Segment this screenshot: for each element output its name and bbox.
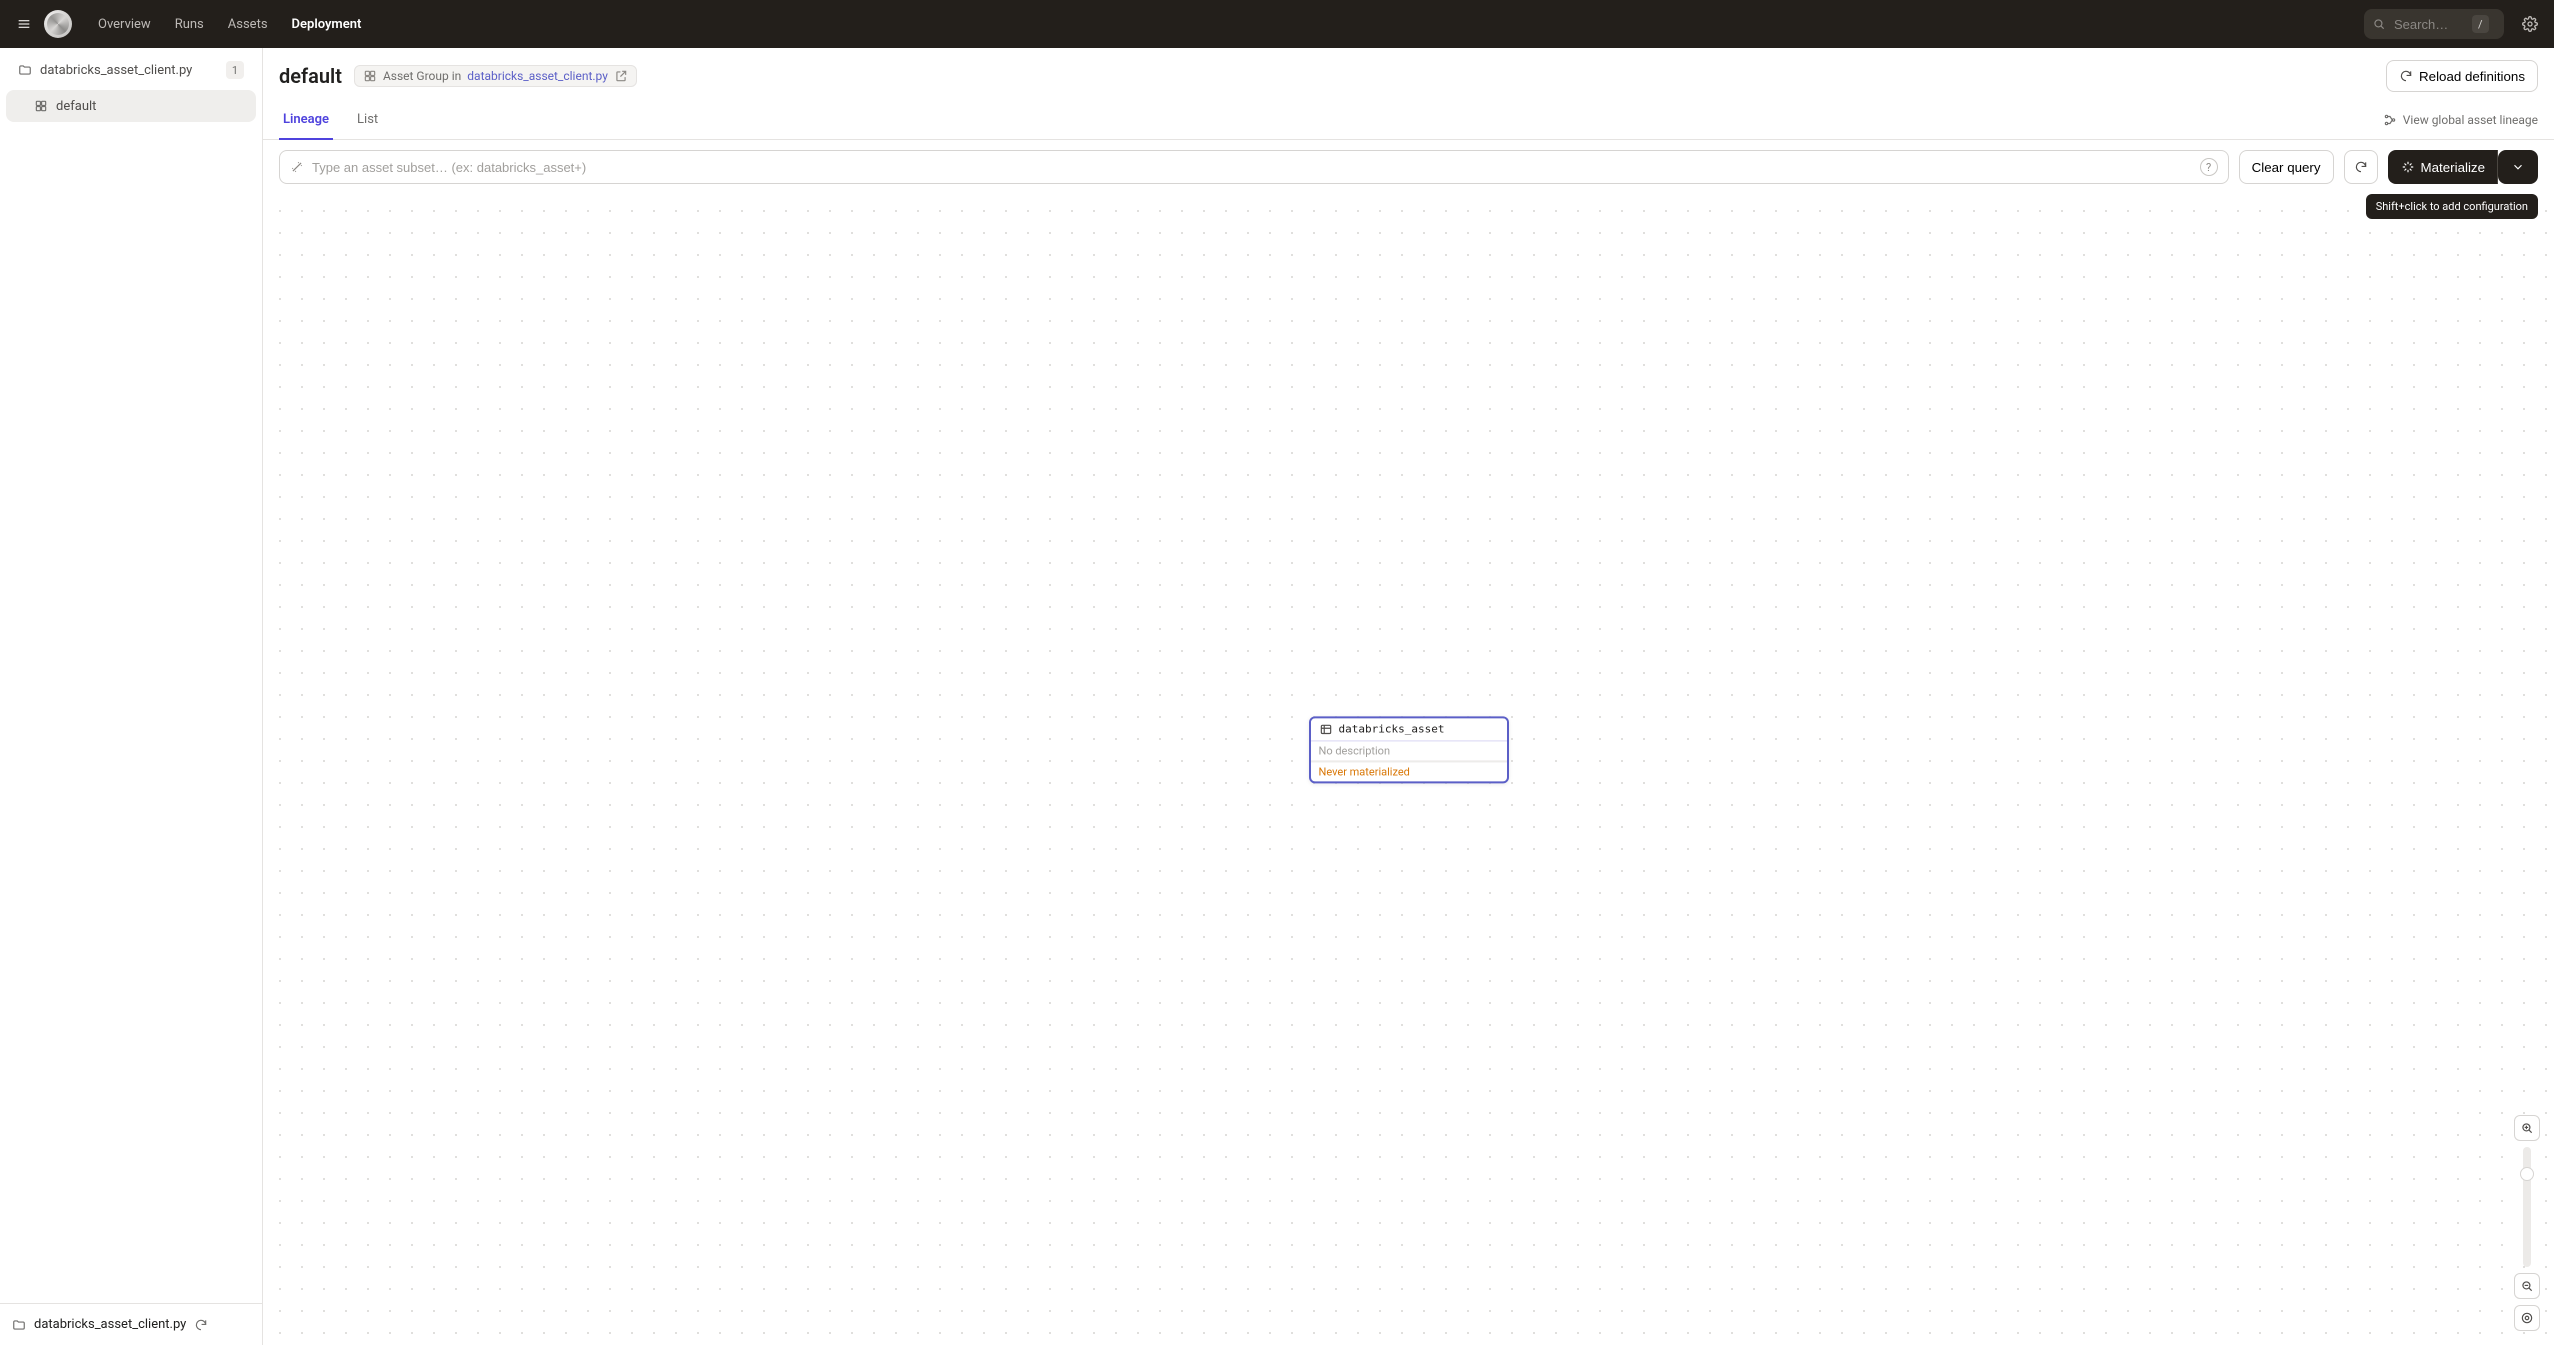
materialize-dropdown-button[interactable] (2498, 150, 2538, 184)
asset-icon (1319, 722, 1333, 736)
materialize-label: Materialize (2421, 160, 2485, 175)
clear-query-button[interactable]: Clear query (2239, 150, 2334, 184)
sidebar-location-count: 1 (226, 61, 244, 79)
dagster-logo[interactable] (44, 10, 72, 38)
hamburger-icon (16, 16, 32, 32)
asset-node-header: databricks_asset (1311, 718, 1507, 741)
folder-icon (18, 63, 32, 77)
tab-lineage[interactable]: Lineage (279, 100, 333, 139)
sidebar-footer: databricks_asset_client.py (0, 1303, 262, 1345)
settings-button[interactable] (2518, 12, 2542, 36)
sidebar-footer-location-label[interactable]: databricks_asset_client.py (34, 1317, 186, 1332)
sidebar-location-label: databricks_asset_client.py (40, 63, 192, 78)
refresh-graph-button[interactable] (2344, 150, 2378, 184)
asset-node[interactable]: databricks_asset No description Never ma… (1309, 716, 1509, 783)
reload-icon (2399, 69, 2413, 83)
sidebar: databricks_asset_client.py 1 default dat… (0, 48, 263, 1345)
lineage-icon (2383, 113, 2397, 127)
chip-external-link[interactable] (614, 69, 628, 83)
reload-icon (2354, 160, 2368, 174)
wand-icon (290, 160, 304, 174)
asset-node-name: databricks_asset (1339, 722, 1445, 735)
zoom-in-button[interactable] (2514, 1115, 2540, 1141)
global-search-input[interactable] (2394, 17, 2464, 32)
fit-icon (2520, 1311, 2534, 1325)
query-help-button[interactable]: ? (2200, 158, 2218, 176)
page-header: default Asset Group in databricks_asset_… (263, 48, 2554, 100)
materialize-button[interactable]: Materialize (2388, 150, 2498, 184)
zoom-controls (2514, 1115, 2540, 1331)
zoom-in-icon (2520, 1121, 2534, 1135)
top-nav: Overview Runs Assets Deployment / (0, 0, 2554, 48)
search-shortcut-hint: / (2472, 15, 2489, 33)
search-icon (2372, 17, 2386, 31)
page-title: default (279, 64, 342, 88)
asset-group-chip: Asset Group in databricks_asset_client.p… (354, 65, 637, 87)
nav-links: Overview Runs Assets Deployment (88, 11, 371, 38)
asset-query-input[interactable] (312, 160, 2192, 175)
reload-definitions-button[interactable]: Reload definitions (2386, 60, 2538, 92)
sidebar-code-location[interactable]: databricks_asset_client.py 1 (6, 52, 256, 88)
menu-toggle-button[interactable] (12, 12, 36, 36)
global-search[interactable]: / (2364, 9, 2504, 39)
main-split: databricks_asset_client.py 1 default dat… (0, 48, 2554, 1345)
materialize-tooltip: Shift+click to add configuration (2366, 194, 2538, 219)
nav-link-overview[interactable]: Overview (88, 11, 161, 38)
zoom-out-icon (2520, 1279, 2534, 1293)
folder-icon (12, 1318, 26, 1332)
asset-node-status: Never materialized (1311, 761, 1507, 781)
zoom-out-button[interactable] (2514, 1273, 2540, 1299)
asset-group-icon (363, 69, 377, 83)
materialize-button-group: Materialize Shift+click to add configura… (2388, 150, 2538, 184)
chip-location-link[interactable]: databricks_asset_client.py (467, 69, 608, 83)
view-global-lineage-link[interactable]: View global asset lineage (2383, 113, 2538, 127)
nav-link-assets[interactable]: Assets (218, 11, 278, 38)
gear-icon (2522, 16, 2538, 32)
zoom-slider-thumb[interactable] (2520, 1167, 2534, 1181)
chip-prefix: Asset Group in (383, 69, 461, 83)
tab-list[interactable]: List (353, 100, 382, 139)
asset-node-description: No description (1311, 741, 1507, 761)
zoom-fit-button[interactable] (2514, 1305, 2540, 1331)
reload-icon[interactable] (194, 1318, 208, 1332)
zoom-slider[interactable] (2523, 1147, 2531, 1267)
sidebar-asset-group-default[interactable]: default (6, 90, 256, 122)
sidebar-group-label: default (56, 99, 96, 114)
clear-query-label: Clear query (2252, 160, 2321, 175)
toolbar-row: ? Clear query Materialize Shift+click to… (263, 140, 2554, 194)
asset-query-field[interactable]: ? (279, 150, 2229, 184)
asset-group-icon (34, 99, 48, 113)
view-global-lineage-label: View global asset lineage (2403, 113, 2538, 127)
content: default Asset Group in databricks_asset_… (263, 48, 2554, 1345)
sparkle-icon (2401, 160, 2415, 174)
external-link-icon (614, 69, 628, 83)
tabs-row: Lineage List View global asset lineage (263, 100, 2554, 140)
lineage-canvas-wrap: databricks_asset No description Never ma… (263, 194, 2554, 1345)
nav-link-deployment[interactable]: Deployment (282, 11, 372, 38)
nav-link-runs[interactable]: Runs (165, 11, 214, 38)
chevron-down-icon (2511, 160, 2525, 174)
reload-definitions-label: Reload definitions (2419, 69, 2525, 84)
